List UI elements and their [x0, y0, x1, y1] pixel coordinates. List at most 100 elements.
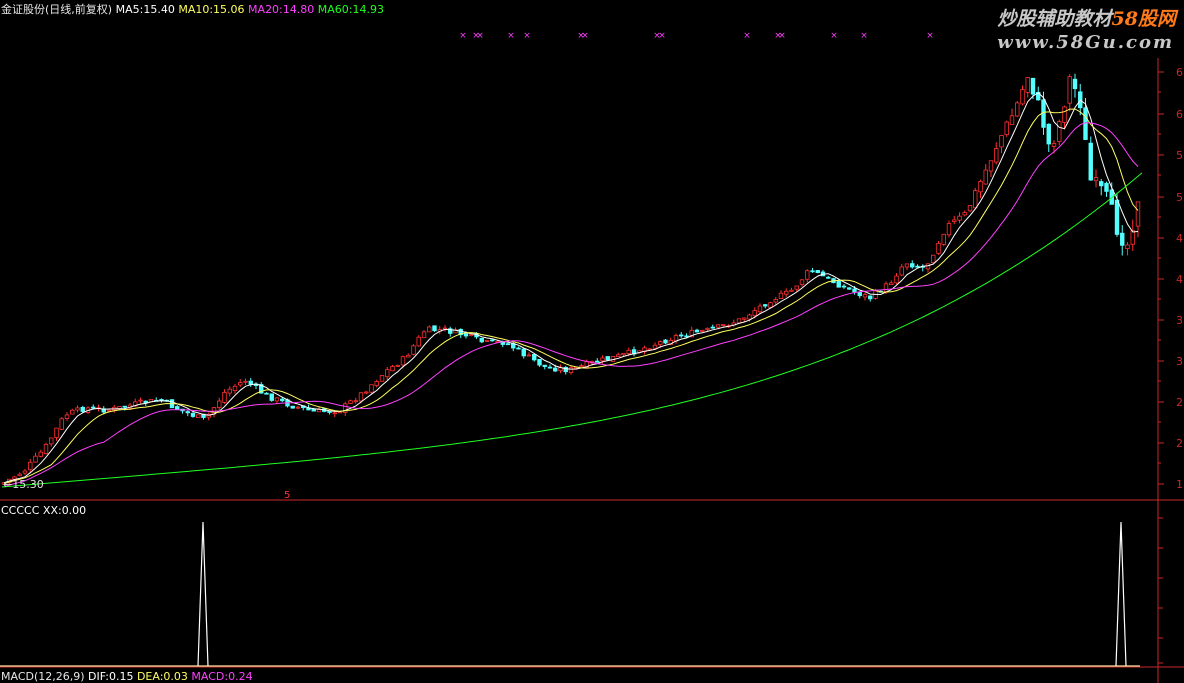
candle-body: [621, 352, 626, 356]
candle-body: [999, 135, 1004, 148]
candle-body: [910, 263, 915, 268]
candle-body: [721, 324, 726, 326]
candle-body: [1062, 106, 1067, 123]
candle-body: [988, 160, 994, 172]
indicator-header: CCCCC XX:0.00: [1, 504, 86, 517]
dea-label: DEA:: [136, 670, 164, 683]
candle-body: [883, 283, 889, 292]
macd-title: MACD(12,26,9): [1, 670, 85, 683]
candle-body: [757, 305, 763, 313]
candle-body: [778, 292, 784, 299]
candle-body: [1104, 182, 1109, 192]
candle-body: [175, 406, 180, 410]
candle-body: [138, 399, 143, 402]
candle-body: [327, 411, 332, 413]
stock-chart[interactable]: × ×× × × ×× ×× × ×× × × × 66554433221: [0, 0, 1184, 683]
candle-body: [579, 365, 584, 368]
candle-body: [358, 392, 364, 402]
signal-mark: ×: [658, 31, 666, 41]
candle-body: [694, 329, 700, 333]
candle-body: [742, 317, 747, 320]
candle-body: [353, 400, 358, 403]
candle-body: [390, 366, 395, 372]
candle-body: [1051, 143, 1057, 147]
axis-labels: 6 6 5 5 4 4 3 3 2 2 1: [1176, 66, 1183, 491]
macd-value: 0.24: [228, 670, 253, 683]
ma10-label: MA10:: [178, 3, 214, 16]
candle-body: [280, 398, 285, 402]
watermark-title: 炒股辅助教材58股网: [998, 4, 1176, 31]
candle-body: [269, 393, 274, 401]
candle-body: [427, 326, 432, 333]
candle-body: [122, 405, 127, 408]
candle-body: [369, 384, 374, 393]
signal-mark: ×: [926, 31, 934, 41]
moving-averages: [1, 92, 1143, 488]
candle-body: [238, 382, 243, 386]
candle-body: [679, 334, 684, 337]
candle-body: [1009, 115, 1015, 125]
candle-body: [190, 412, 196, 417]
candle-body: [931, 254, 936, 263]
candle-body: [400, 356, 406, 366]
candle-body: [295, 406, 301, 409]
y-tick-label: 5: [1176, 149, 1183, 162]
period-label: (日线,前复权): [45, 3, 113, 16]
candle-body: [526, 354, 532, 357]
candle-body: [1072, 78, 1078, 90]
candle-body: [91, 406, 96, 409]
candle-body: [915, 265, 920, 268]
candle-body: [348, 400, 353, 404]
signal-mark: ×: [459, 31, 467, 41]
y-tick-label: 6: [1176, 108, 1183, 121]
candle-body: [1067, 76, 1072, 104]
candle-body: [227, 388, 232, 394]
candle-body: [663, 339, 668, 344]
xx-value: 0.00: [61, 504, 87, 517]
signal-mark: ×: [523, 31, 531, 41]
ma60-label: MA60:: [317, 3, 353, 16]
candle-body: [222, 392, 227, 403]
macd-header: MACD(12,26,9) DIF:0.15 DEA:0.03 MACD:0.2…: [1, 670, 253, 683]
y-tick-label: 4: [1176, 232, 1183, 245]
candle-body: [715, 324, 721, 328]
stock-name: 金证股份: [1, 3, 45, 16]
candle-body: [836, 281, 841, 288]
candle-body: [967, 205, 973, 212]
chart-header: 金证股份(日线,前复权) MA5:15.40 MA10:15.06 MA20:1…: [1, 3, 384, 16]
ma5-value: 15.40: [143, 3, 175, 16]
candle-body: [705, 327, 710, 330]
ma60-value: 14.93: [352, 3, 384, 16]
candle-body: [59, 418, 64, 430]
ma10-line: [3, 108, 1139, 485]
candle-body: [54, 427, 59, 438]
candle-body: [106, 409, 112, 412]
candle-body: [894, 275, 899, 284]
candle-body: [28, 461, 33, 471]
candle-body: [311, 408, 316, 412]
ma20-label: MA20:: [248, 3, 283, 16]
candle-body: [1130, 230, 1135, 245]
candle-body: [684, 335, 689, 338]
y-tick-label: 6: [1176, 66, 1183, 79]
candle-body: [794, 285, 799, 290]
candle-body: [626, 349, 631, 354]
candle-body: [521, 348, 526, 357]
candle-body: [847, 287, 852, 290]
candle-body: [547, 366, 553, 369]
candle-body: [889, 282, 894, 285]
candle-body: [379, 375, 385, 382]
candle-body: [374, 381, 379, 386]
signal-mark: ×: [830, 31, 838, 41]
candle-body: [973, 190, 978, 209]
candle-body: [1114, 199, 1120, 235]
candle-body: [532, 353, 537, 361]
candle-body: [1046, 123, 1051, 145]
ma10-value: 15.06: [213, 3, 245, 16]
candle-body: [1004, 121, 1009, 135]
candle-body: [1088, 142, 1093, 181]
candle-body: [978, 181, 983, 193]
candle-body: [479, 337, 484, 343]
candle-body: [463, 333, 469, 337]
signal-mark: ×: [476, 31, 484, 41]
